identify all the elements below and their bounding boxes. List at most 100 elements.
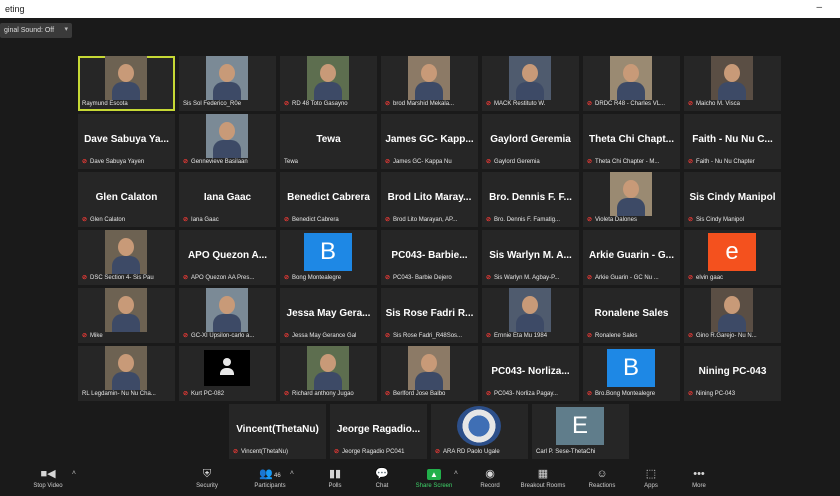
participant-tile[interactable]: Jeorge Ragadio... ⊘ Jeorge Ragadio PC041: [330, 404, 427, 459]
participant-video: [711, 288, 753, 332]
participant-tile[interactable]: ⊘ Kurt PC-082: [179, 346, 276, 401]
shield-icon: ⛨: [177, 466, 237, 482]
chevron-up-icon[interactable]: ˄: [290, 470, 294, 477]
participant-video: [509, 56, 551, 100]
participant-tile[interactable]: Iana Gaac ⊘ Iana Gaac: [179, 172, 276, 227]
participant-tile[interactable]: APO Quezon A... ⊘ APO Quezon AA Pres...: [179, 230, 276, 285]
meeting-toolbar: ■◀ Stop Video ˄ ⛨ Security 👥46 Participants ˄ ▮▮…: [0, 464, 840, 496]
participant-tile[interactable]: ⊘ DRDC R48 - Charles VL...: [583, 56, 680, 111]
breakout-rooms-button[interactable]: ▦ Breakout Rooms: [513, 466, 573, 496]
participant-video: [711, 56, 753, 100]
original-sound-toggle[interactable]: ginal Sound: Off ▾: [0, 23, 72, 38]
participant-video: [509, 288, 551, 332]
participant-tile[interactable]: Nining PC-043 ⊘ Nining PC-043: [684, 346, 781, 401]
participant-tile[interactable]: Glen Calaton ⊘ Glen Calaton: [78, 172, 175, 227]
participants-button[interactable]: 👥46 Participants ˄: [240, 466, 300, 496]
participant-tile[interactable]: Faith - Nu Nu C... ⊘ Faith - Nu Nu Chapter: [684, 114, 781, 169]
participant-name-label: ⊘ GC-XI Upsilon-carlo a...: [181, 331, 256, 341]
mic-muted-icon: ⊘: [284, 101, 290, 107]
participant-name-label: ⊘ Sis Rose Fadri_R48Sos...: [383, 331, 464, 341]
chat-button[interactable]: 💬 Chat: [352, 466, 412, 496]
minimize-icon[interactable]: –: [816, 2, 822, 13]
participant-tile[interactable]: E Carl P. Sese-ThetaChi: [532, 404, 629, 459]
participant-tile[interactable]: PC043- Barbie... ⊘ PC043- Barbie Dejero: [381, 230, 478, 285]
mic-muted-icon: ⊘: [688, 333, 694, 339]
participant-tile[interactable]: Theta Chi Chapt... ⊘ Theta Chi Chapter - M…: [583, 114, 680, 169]
participant-tile[interactable]: PC043- Norliza... ⊘ PC043- Norliza Pagay..…: [482, 346, 579, 401]
participant-tile[interactable]: Sis Warlyn M. A... ⊘ Sis Warlyn M. Agbay-P…: [482, 230, 579, 285]
share-screen-button[interactable]: ▲ Share Screen ˄: [404, 466, 464, 496]
participant-tile[interactable]: ⊘ Gino R.Garejo- Nu N...: [684, 288, 781, 343]
participant-name-text: Gaylord Geremia: [494, 159, 540, 165]
participant-tile[interactable]: ⊘ RD 48 Toto Gasayno: [280, 56, 377, 111]
participant-tile[interactable]: ⊘ DSC Section 4- Sis Pau: [78, 230, 175, 285]
participant-tile[interactable]: ⊘ ARA RD Paolo Ugale: [431, 404, 528, 459]
mic-muted-icon: ⊘: [284, 275, 290, 281]
more-label: More: [692, 483, 706, 489]
participant-tile[interactable]: Gaylord Geremia ⊘ Gaylord Geremia: [482, 114, 579, 169]
participant-tile[interactable]: Sis Sol Federico_R0e: [179, 56, 276, 111]
record-button[interactable]: ◉ Record: [460, 466, 520, 496]
participant-tile[interactable]: Jessa May Gera... ⊘ Jessa May Gerance Gal: [280, 288, 377, 343]
participant-tile[interactable]: ⊘ MACK Restituto W.: [482, 56, 579, 111]
participant-tile[interactable]: Tewa Tewa: [280, 114, 377, 169]
security-button[interactable]: ⛨ Security: [177, 466, 237, 496]
participant-tile[interactable]: Raymund Escota: [78, 56, 175, 111]
participant-tile[interactable]: Vincent(ThetaNu) ⊘ Vincent(ThetaNu): [229, 404, 326, 459]
participant-tile[interactable]: Brod Lito Maray... ⊘ Brod Lito Marayan, AP…: [381, 172, 478, 227]
more-button[interactable]: ••• More: [669, 466, 729, 496]
participant-tile[interactable]: ⊘ Mike: [78, 288, 175, 343]
participant-name-text: Gennevieve Basilaan: [191, 159, 248, 165]
avatar-initial: E: [556, 407, 604, 445]
more-icon: •••: [669, 466, 729, 482]
participant-name-label: ⊘ James GC- Kappa Nu: [383, 157, 454, 167]
participant-tile[interactable]: ⊘ Ernnie Eta Mu 1984: [482, 288, 579, 343]
participant-display-name: Glen Calaton: [95, 192, 158, 203]
participant-name-label: ⊘ Bro. Dennis F. Famatig...: [484, 215, 562, 225]
breakout-rooms-icon-glyph: ▦: [537, 468, 549, 480]
participant-tile[interactable]: ⊘ Gennevieve Basilaan: [179, 114, 276, 169]
participant-tile[interactable]: Dave Sabuya Ya... ⊘ Dave Sabuya Yayen: [78, 114, 175, 169]
participant-tile[interactable]: Arkie Guarin - G... ⊘ Arkie Guarin - GC Nu…: [583, 230, 680, 285]
participant-tile[interactable]: Ronalene Sales ⊘ Ronalene Sales: [583, 288, 680, 343]
mic-muted-icon: ⊘: [587, 275, 593, 281]
participant-tile[interactable]: ⊘ Richard anthony Jugao: [280, 346, 377, 401]
gallery-view: Raymund Escota Sis Sol Federico_R0e ⊘ RD 48…: [0, 44, 840, 464]
participant-tile[interactable]: ⊘ Violeta Dalones: [583, 172, 680, 227]
participant-name-label: Raymund Escota: [80, 99, 130, 109]
participant-name-label: RL Legdamin- Nu Nu Cha...: [80, 389, 158, 399]
participant-tile[interactable]: B ⊘ Bro.Bong Montealegre: [583, 346, 680, 401]
participant-tile[interactable]: Sis Cindy Manipol ⊘ Sis Cindy Manipol: [684, 172, 781, 227]
participant-tile[interactable]: James GC- Kapp... ⊘ James GC- Kappa Nu: [381, 114, 478, 169]
participant-name-text: Richard anthony Jugao: [292, 391, 354, 397]
chevron-up-icon[interactable]: ˄: [454, 470, 458, 477]
participant-tile[interactable]: ⊘ GC-XI Upsilon-carlo a...: [179, 288, 276, 343]
participant-tile[interactable]: Bro. Dennis F. F... ⊘ Bro. Dennis F. Famat…: [482, 172, 579, 227]
meeting-topbar: ginal Sound: Off ▾: [0, 18, 840, 44]
participant-tile[interactable]: ⊘ Berlford Jose Balbo: [381, 346, 478, 401]
chevron-up-icon[interactable]: ˄: [72, 470, 76, 477]
participant-name-label: ⊘ Bong Montealegre: [282, 273, 343, 283]
participant-name-label: ⊘ Arkie Guarin - GC Nu ...: [585, 273, 661, 283]
participant-tile[interactable]: e ⊘ elvin gaac: [684, 230, 781, 285]
window-title: eting: [5, 4, 25, 14]
participant-display-name: PC043- Norliza...: [491, 366, 570, 377]
mic-muted-icon: ⊘: [183, 159, 189, 165]
participant-name-label: ⊘ ARA RD Paolo Ugale: [433, 447, 502, 457]
participant-name-text: Bro.Bong Montealegre: [595, 391, 656, 397]
participant-display-name: APO Quezon A...: [187, 250, 268, 261]
participant-tile[interactable]: ⊘ brod Marshid Mekala...: [381, 56, 478, 111]
participant-video: [206, 288, 248, 332]
participant-name-text: Gino R.Garejo- Nu N...: [696, 333, 757, 339]
participant-display-name: Sis Rose Fadri R...: [385, 308, 474, 319]
participant-name-label: ⊘ Gino R.Garejo- Nu N...: [686, 331, 759, 341]
participant-tile[interactable]: ⊘ Maicho M. Visca: [684, 56, 781, 111]
participant-tile[interactable]: Benedict Cabrera ⊘ Benedict Cabrera: [280, 172, 377, 227]
participant-display-name: Sis Warlyn M. A...: [489, 250, 572, 261]
stop-video-button[interactable]: ■◀ Stop Video ˄: [18, 466, 78, 496]
participant-tile[interactable]: Sis Rose Fadri R... ⊘ Sis Rose Fadri_R48So…: [381, 288, 478, 343]
participant-tile[interactable]: RL Legdamin- Nu Nu Cha...: [78, 346, 175, 401]
participant-name-text: DRDC R48 - Charles VL...: [595, 101, 666, 107]
participant-tile[interactable]: B ⊘ Bong Montealegre: [280, 230, 377, 285]
participant-name-text: Berlford Jose Balbo: [393, 391, 446, 397]
